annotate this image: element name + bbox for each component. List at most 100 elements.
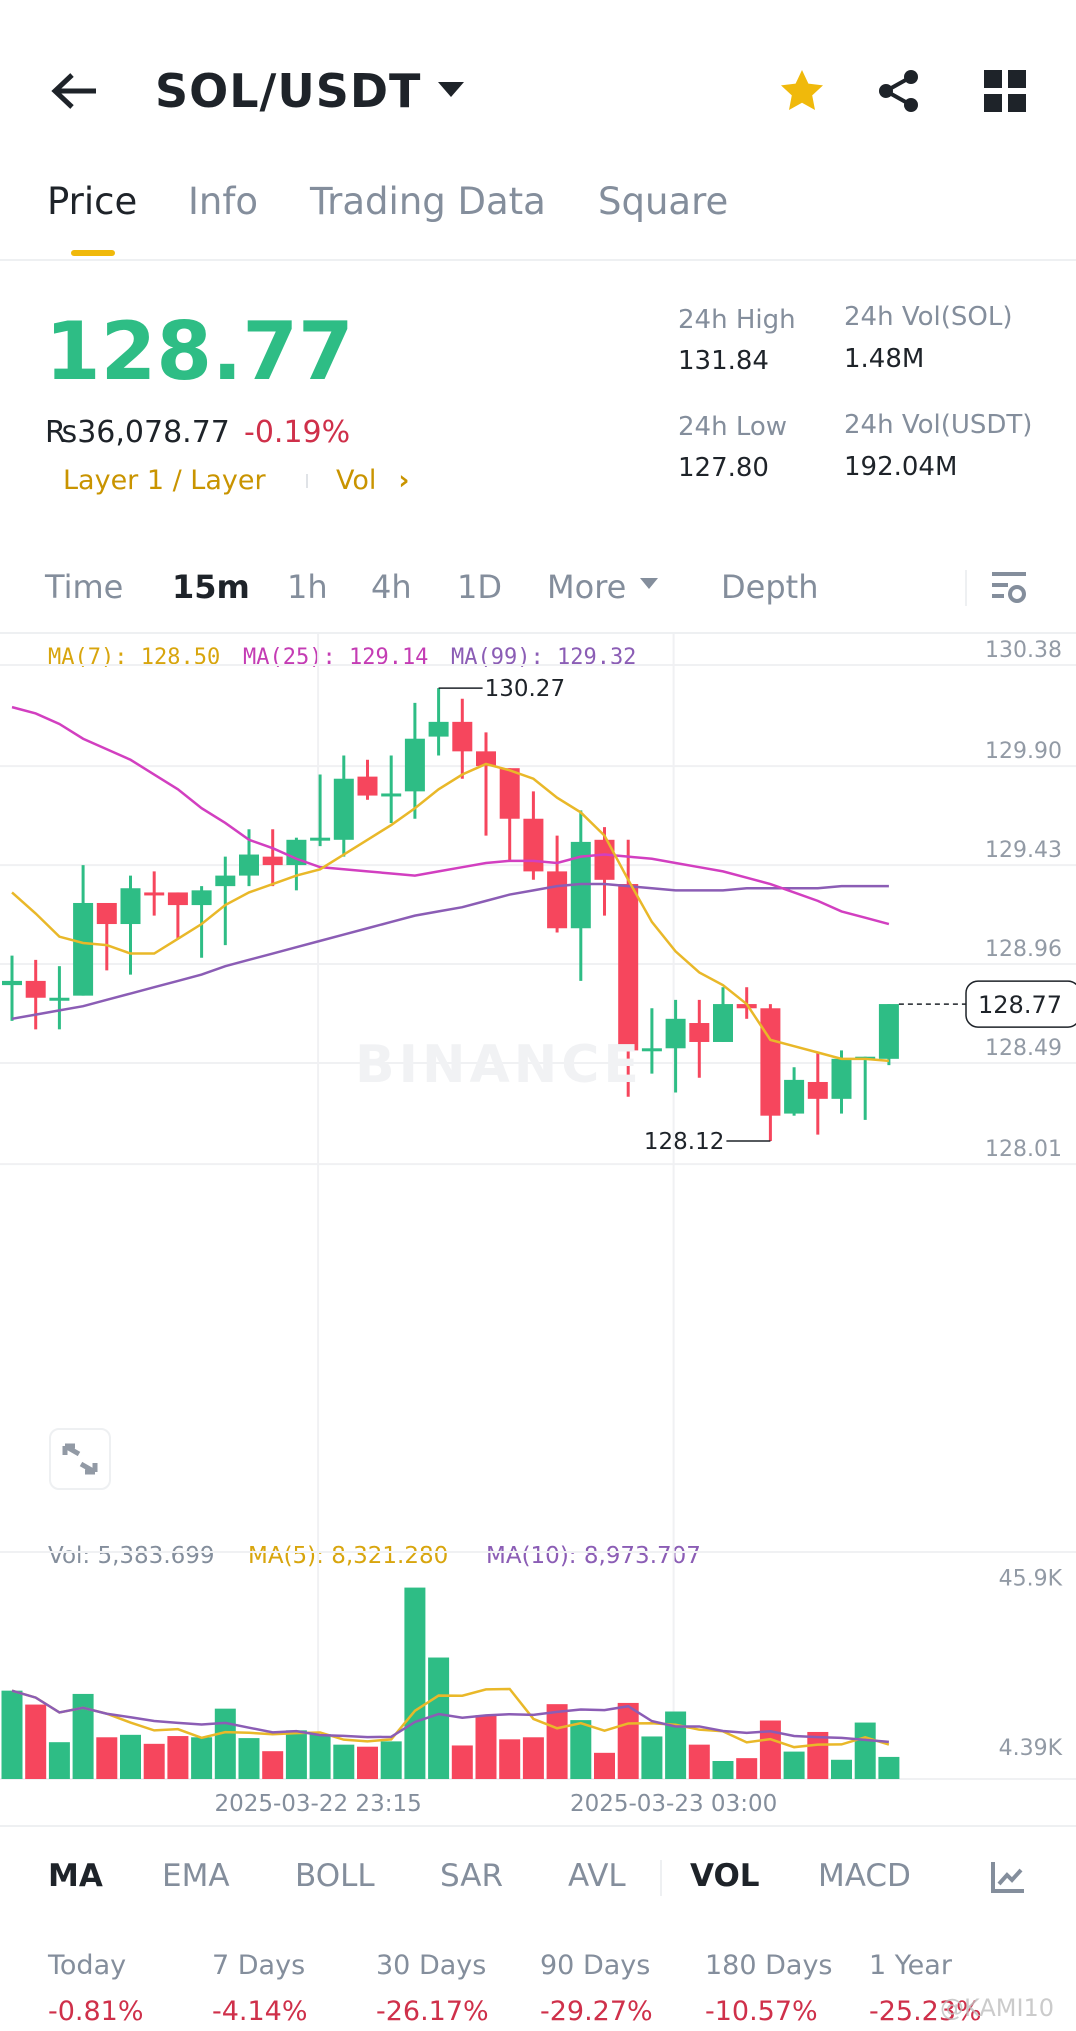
- price-axis-tick: 128.96: [985, 937, 1062, 962]
- watermark: BINANCE: [355, 1035, 643, 1095]
- candle-body: [404, 738, 425, 792]
- volume-bar: [262, 1751, 284, 1779]
- volume-bar: [404, 1587, 426, 1779]
- indicator-boll[interactable]: BOLL: [295, 1858, 375, 1894]
- candle-body: [96, 902, 117, 925]
- candle-body: [262, 856, 283, 866]
- candle-body: [2, 980, 22, 986]
- interval-1d[interactable]: 1D: [457, 568, 502, 606]
- performance-label: 30 Days: [376, 1950, 487, 1981]
- grid-icon: [984, 70, 1026, 112]
- candle-body: [452, 721, 473, 752]
- volume-bar: [167, 1736, 189, 1779]
- stat-vol-usdt-label: 24h Vol(USDT): [844, 410, 1033, 440]
- volume-bar: [48, 1742, 70, 1779]
- candle-body: [713, 1004, 733, 1042]
- candle-body: [618, 884, 639, 1051]
- low-marker-label: 128.12: [644, 1129, 724, 1155]
- caret-down-icon[interactable]: [438, 82, 464, 97]
- credit-watermark: @KAMI10: [940, 1994, 1055, 2022]
- volume-bar: [499, 1739, 521, 1779]
- candle-body: [25, 980, 46, 998]
- pair-title[interactable]: SOL/USDT: [155, 64, 421, 118]
- candle-body: [641, 1048, 662, 1052]
- interval-4h[interactable]: 4h: [371, 568, 412, 606]
- price-axis-tick: 128.01: [985, 1137, 1062, 1162]
- stat-vol-sol-label: 24h Vol(SOL): [844, 302, 1013, 332]
- candle-body: [144, 892, 165, 896]
- indicator-settings-button[interactable]: [990, 1860, 1026, 1898]
- share-button[interactable]: [876, 68, 922, 118]
- indicator-ma[interactable]: MA: [48, 1858, 103, 1894]
- indicator-ema[interactable]: EMA: [162, 1858, 230, 1894]
- candle-body: [594, 839, 615, 880]
- interval-more[interactable]: More: [547, 568, 659, 606]
- time-axis-tick: 2025-03-22 23:15: [214, 1791, 421, 1817]
- volume-bar: [854, 1722, 876, 1779]
- stat-vol-sol-value: 1.48M: [844, 344, 925, 374]
- tab-price[interactable]: Price: [47, 180, 137, 223]
- volume-bar: [831, 1759, 852, 1779]
- candle-body: [357, 776, 378, 796]
- volume-bar: [641, 1736, 663, 1779]
- candlestick-chart[interactable]: 130.38 129.90 129.43 128.96 128.49 128.01 2025…: [0, 634, 1076, 1824]
- volume-bar: [451, 1745, 473, 1779]
- candle-body: [333, 778, 354, 840]
- volume-bar: [617, 1702, 639, 1779]
- chevron-right-icon: ›: [398, 465, 410, 496]
- indicator-macd[interactable]: MACD: [818, 1858, 911, 1894]
- back-button[interactable]: [48, 70, 100, 112]
- interval-1h[interactable]: 1h: [287, 568, 328, 606]
- last-price: 128.77: [45, 305, 354, 398]
- volume-bar: [191, 1737, 213, 1779]
- stat-low-label: 24h Low: [678, 412, 788, 442]
- time-axis-tick: 2025-03-23 03:00: [570, 1791, 777, 1817]
- vol-link[interactable]: Vol ›: [336, 465, 410, 496]
- candle-body: [831, 1058, 852, 1099]
- interval-more-label: More: [547, 568, 627, 606]
- volume-ma10-line: [11, 1689, 890, 1744]
- indicator-avl[interactable]: AVL: [568, 1858, 626, 1894]
- candle-body: [878, 1004, 899, 1059]
- active-tab-indicator: [71, 250, 115, 256]
- volume-bar: [475, 1715, 497, 1779]
- layout-grid-button[interactable]: [984, 70, 1026, 116]
- vol-link-label: Vol: [336, 465, 377, 496]
- performance-value: -10.57%: [705, 1996, 818, 2027]
- candle-body: [120, 888, 141, 925]
- candle-body: [49, 997, 70, 1001]
- indicator-sar[interactable]: SAR: [440, 1858, 503, 1894]
- volume-bar: [380, 1741, 402, 1779]
- chart-settings-button[interactable]: [990, 570, 1028, 610]
- price-axis-tick: 130.38: [985, 638, 1062, 663]
- volume-bar: [25, 1704, 47, 1779]
- indicator-separator: [660, 1860, 662, 1896]
- last-price-tag-label: 128.77: [978, 991, 1062, 1019]
- favorite-button[interactable]: [778, 68, 826, 118]
- ma7-line: [11, 762, 890, 1063]
- tab-trading-data[interactable]: Trading Data: [310, 180, 546, 223]
- interval-15m[interactable]: 15m: [172, 568, 250, 606]
- volume-bar: [285, 1730, 307, 1779]
- tag-separator: [306, 474, 308, 488]
- indicator-vol[interactable]: VOL: [690, 1858, 760, 1894]
- volume-bar: [143, 1743, 165, 1779]
- fullscreen-button[interactable]: [49, 1428, 111, 1490]
- interval-time[interactable]: Time: [45, 568, 123, 606]
- volume-bar: [1, 1690, 23, 1779]
- volume-bar: [522, 1737, 544, 1779]
- volume-bar: [736, 1758, 758, 1779]
- candle-body: [167, 892, 188, 906]
- star-icon: [781, 70, 823, 110]
- divider: [0, 259, 1076, 261]
- caret-down-icon: [640, 577, 659, 589]
- candle-body: [215, 875, 236, 887]
- price-axis-tick: 129.90: [985, 739, 1062, 764]
- interval-depth[interactable]: Depth: [721, 568, 818, 606]
- stat-high-value: 131.84: [678, 346, 769, 376]
- volume-bar: [214, 1708, 236, 1779]
- tab-square[interactable]: Square: [598, 180, 728, 223]
- stat-low-value: 127.80: [678, 453, 769, 483]
- category-tag-link[interactable]: Layer 1 / Layer: [63, 465, 266, 496]
- tab-info[interactable]: Info: [188, 180, 258, 223]
